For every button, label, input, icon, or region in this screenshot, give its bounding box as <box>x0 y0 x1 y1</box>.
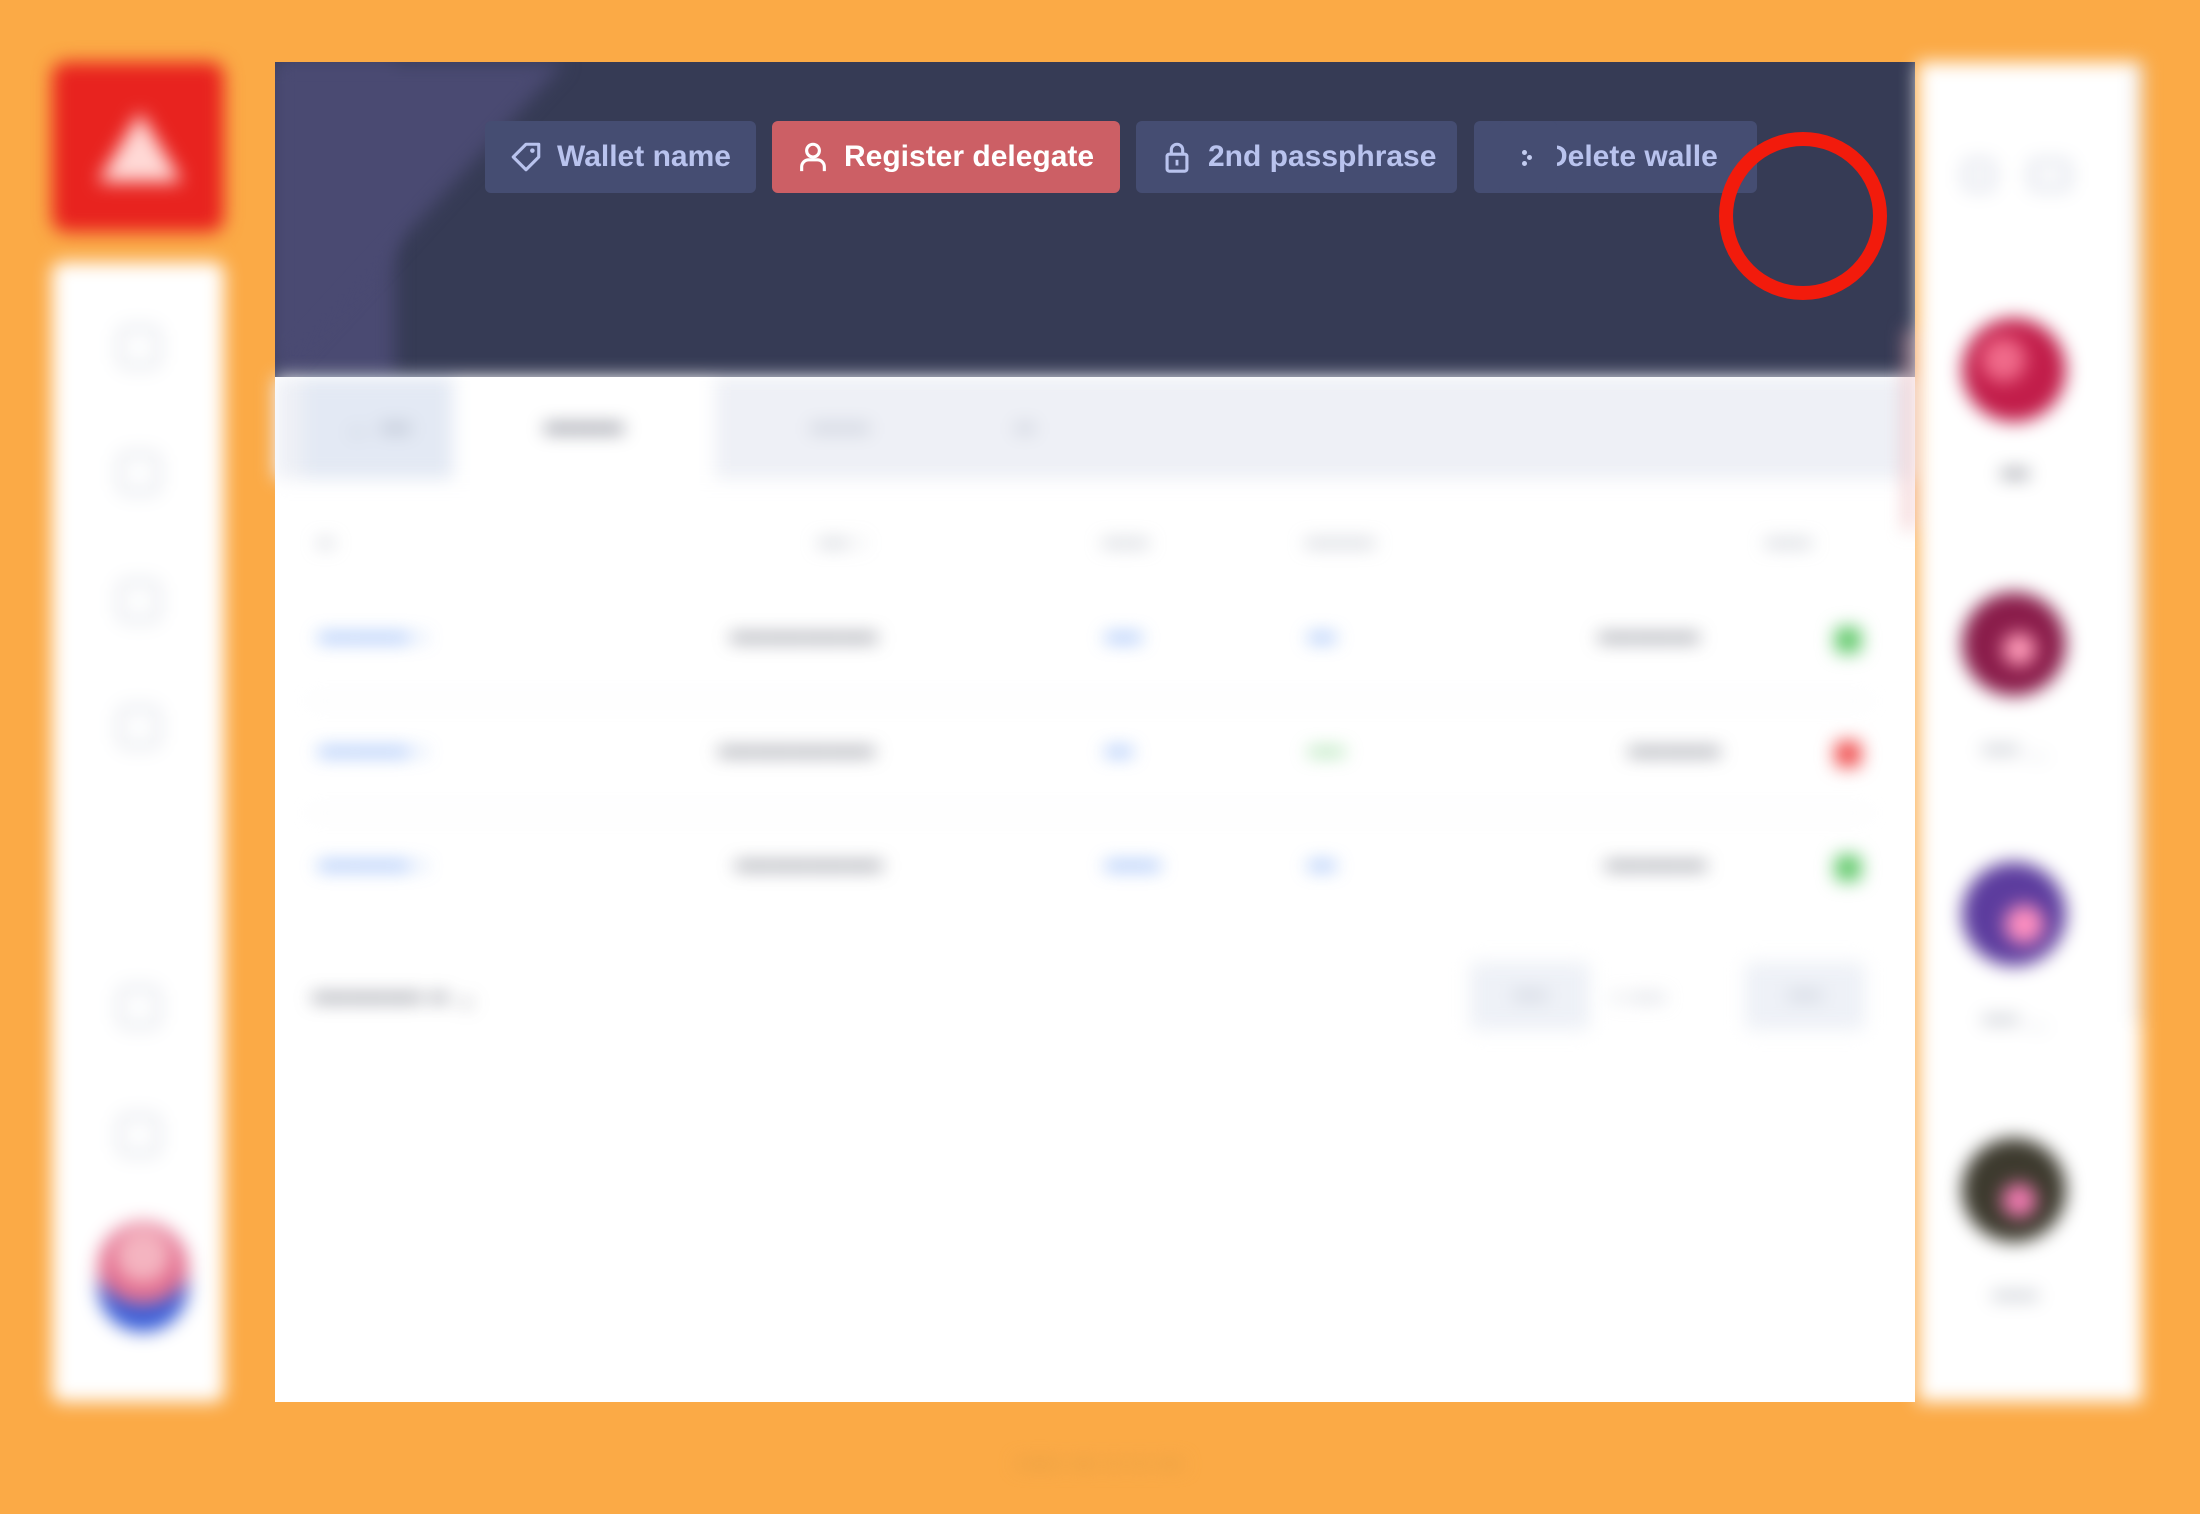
prev-page-button[interactable]: ▪▪▪▪ <box>1470 962 1590 1030</box>
profile-avatar[interactable] <box>98 1222 188 1332</box>
panel-collapse-icon[interactable] <box>2030 160 2070 190</box>
transaction-id-link[interactable]: ▪▪▪▪▪▪▪▪▪▪ ▫ <box>318 622 427 653</box>
contact-avatar[interactable] <box>1962 318 2066 422</box>
tab-transactions[interactable]: ▪▪▪▪▪▪▪▪ <box>453 377 715 479</box>
contacts-scrollbar[interactable] <box>2134 62 2142 1022</box>
wallet-tabs: ← ▪▪▪ ▪▪▪▪▪▪▪▪ ▪▪▪▪▪▪ ▪▪ <box>275 377 1915 479</box>
column-header-sender[interactable]: ▪▪▪▪▪▪ <box>1102 530 1149 556</box>
transaction-id-link[interactable]: ▪▪▪▪▪▪▪▪▪▪ ▫ <box>318 736 427 767</box>
contact-avatar[interactable] <box>1962 862 2066 966</box>
transaction-amount: ▪▪▪▪▪▪▪▪▪▪ <box>1628 736 1721 766</box>
second-passphrase-button[interactable]: 2nd passphrase <box>1136 121 1457 193</box>
transaction-date: ▪▪▪▪▪▪▪▪▪▪▪▪▪▪▪▪ <box>730 622 878 652</box>
incoming-badge <box>1835 627 1861 653</box>
second-passphrase-label: 2nd passphrase <box>1208 140 1437 173</box>
sender-link[interactable]: ▪▪▪ <box>1105 736 1133 767</box>
column-header-amount[interactable]: ▪▪▪▪▪▪ <box>1765 530 1812 556</box>
back-tab[interactable]: ← ▪▪▪ <box>303 377 453 479</box>
recipient-link[interactable]: ▪▪▪ <box>1308 850 1336 881</box>
contacts-icon[interactable] <box>118 452 160 494</box>
register-delegate-label: Register delegate <box>844 140 1095 173</box>
app-logo[interactable] <box>52 62 224 232</box>
contact-name: ▪▪▪▪ ... <box>1982 734 2048 764</box>
outgoing-badge <box>1835 741 1861 767</box>
next-page-button[interactable]: ▪▪▪▪ <box>1745 962 1865 1030</box>
delete-wallet-label: Delete walle <box>1546 140 1718 173</box>
contact-avatar[interactable] <box>1962 1138 2066 1242</box>
logo-triangle-icon <box>98 112 182 182</box>
panel-toggle-icon[interactable] <box>1964 160 1994 190</box>
row-divider <box>310 700 1870 702</box>
transaction-id-link[interactable]: ▪▪▪▪▪▪▪▪▪▪ ▫ <box>318 850 427 881</box>
contact-name: ▪▪▪▪▪ <box>1991 1280 2039 1310</box>
user-icon <box>800 142 826 172</box>
highlight-circle-annotation <box>1719 132 1887 300</box>
lock-icon <box>1165 142 1189 173</box>
recipient-link[interactable]: ▪▪▪ <box>1308 622 1336 653</box>
incoming-badge <box>1835 855 1861 881</box>
contact-name: ▪▪▪ <box>2001 458 2029 488</box>
contact-avatar[interactable] <box>1962 592 2066 696</box>
transaction-date: ▪▪▪▪▪▪▪▪▪▪▪▪▪▪▪▪ <box>735 850 883 880</box>
wallets-icon[interactable] <box>118 580 160 622</box>
row-divider <box>310 812 1870 814</box>
sender-link[interactable]: ▪▪▪▪▪▪ <box>1105 850 1160 881</box>
wallet-main-panel: ← ▪▪▪ ▪▪▪▪▪▪▪▪ ▪▪▪▪▪▪ ▪▪ <box>275 62 1915 1402</box>
more-options-button[interactable] <box>1499 121 1557 193</box>
tab-sign[interactable]: ▪▪ <box>965 377 1085 479</box>
register-delegate-button[interactable]: Register delegate <box>772 121 1120 193</box>
page-indicator: ▪ ▪▪▪▪ <box>1612 982 1666 1012</box>
send-icon[interactable] <box>118 706 160 748</box>
sidebar <box>52 262 224 1402</box>
wallet-name-button[interactable]: Wallet name <box>485 121 756 193</box>
recipient-link[interactable]: ▪▪▪▪ <box>1308 736 1345 767</box>
column-header-recipient[interactable]: ▪▪▪▪▪▪▪▪▪ <box>1305 530 1375 556</box>
footer-version: ▪▪▪▪▪ ▪▪▪ ▪▪ ▪▪ ▪▪▪ <box>1016 1448 1184 1478</box>
dashboard-icon[interactable] <box>118 326 160 368</box>
tab-delegates[interactable]: ▪▪▪▪▪▪ <box>735 377 945 479</box>
rows-per-page-label: ▪▪▪▪▪▪▪▪▪▪▪▪ ▪▪ ⌄ <box>312 982 478 1012</box>
network-icon[interactable] <box>118 1114 160 1156</box>
transaction-date: ▪▪▪▪▪▪▪▪▪▪▪▪▪▪▪▪▪ <box>718 736 875 766</box>
tag-icon <box>511 142 541 172</box>
column-header-date[interactable]: ▪▪▪▪ ↑ <box>818 530 866 556</box>
transaction-amount: ▪▪▪▪▪▪▪▪▪▪▪ <box>1605 850 1707 880</box>
active-contact-indicator <box>1906 330 1912 530</box>
wallet-name-label: Wallet name <box>557 140 731 173</box>
contact-name: ▪▪▪▪ ... <box>1982 1004 2048 1034</box>
transaction-amount: ▪▪▪▪▪▪▪▪▪▪▪ <box>1598 622 1700 652</box>
sender-link[interactable]: ▪▪▪▪ <box>1105 622 1142 653</box>
settings-icon[interactable] <box>118 986 160 1028</box>
header-decoration-diagonal <box>275 62 565 377</box>
column-header-id[interactable]: ▪▪ <box>318 530 334 556</box>
wallet-header <box>275 62 1915 377</box>
